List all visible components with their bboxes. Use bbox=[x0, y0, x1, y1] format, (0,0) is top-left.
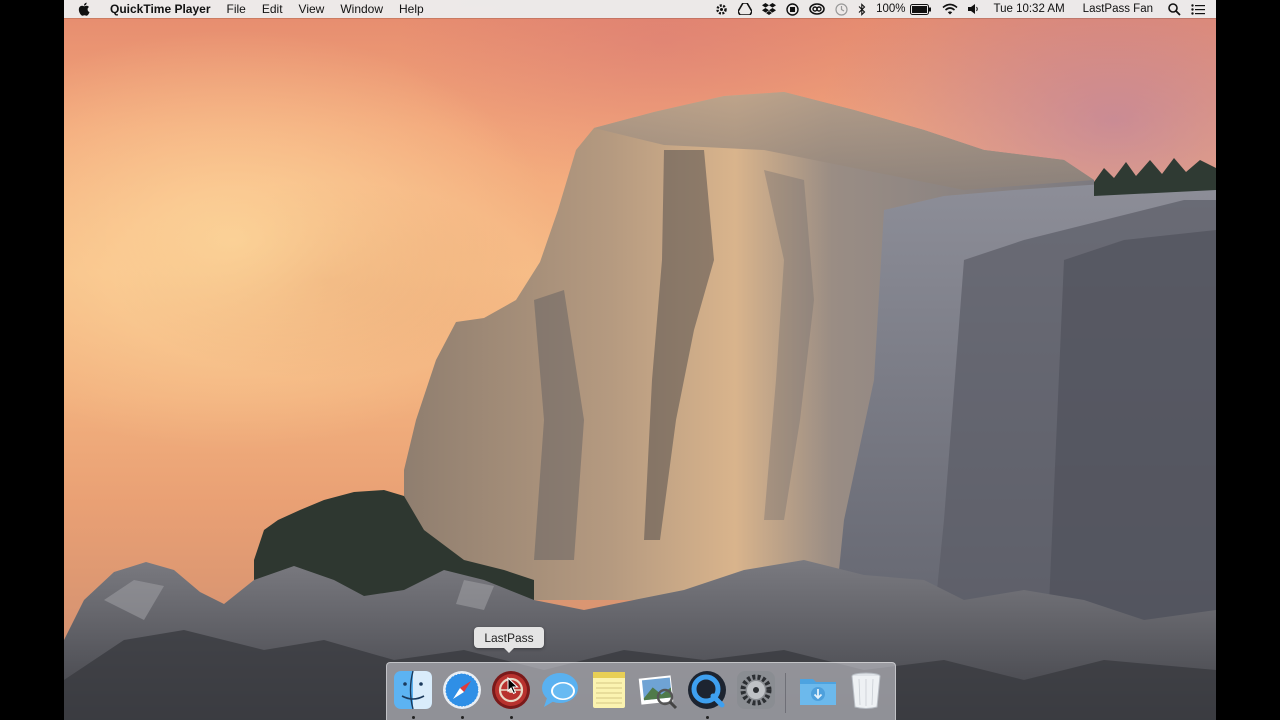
running-indicator-lastpass bbox=[510, 716, 513, 719]
battery-icon[interactable] bbox=[910, 0, 937, 18]
time-machine-icon[interactable] bbox=[830, 0, 853, 18]
menu-edit[interactable]: Edit bbox=[254, 0, 291, 18]
running-indicator-safari bbox=[461, 716, 464, 719]
wallpaper-yosemite bbox=[64, 92, 1216, 720]
trash-icon[interactable] bbox=[845, 669, 887, 711]
quicktime-icon[interactable] bbox=[686, 669, 728, 711]
dock-separator bbox=[785, 673, 786, 713]
spotlight-icon[interactable] bbox=[1163, 0, 1186, 18]
dock bbox=[386, 662, 896, 720]
running-indicator-quicktime bbox=[706, 716, 709, 719]
volume-icon[interactable] bbox=[963, 0, 985, 18]
gear-icon[interactable] bbox=[710, 0, 733, 18]
messages-icon[interactable] bbox=[539, 669, 581, 711]
dropbox-icon[interactable] bbox=[757, 0, 781, 18]
safari-icon[interactable] bbox=[441, 669, 483, 711]
apple-icon[interactable] bbox=[64, 2, 102, 16]
menu-window[interactable]: Window bbox=[332, 0, 391, 18]
running-indicator-finder bbox=[412, 716, 415, 719]
record-icon[interactable] bbox=[781, 0, 804, 18]
menu-bar: QuickTime Player File Edit View Window H… bbox=[64, 0, 1216, 18]
notes-icon[interactable] bbox=[588, 669, 630, 711]
app-menu-quicktime[interactable]: QuickTime Player bbox=[102, 0, 219, 18]
system-preferences-icon[interactable] bbox=[735, 669, 777, 711]
google-drive-icon[interactable] bbox=[733, 0, 757, 18]
battery-percent[interactable]: 100% bbox=[871, 0, 910, 18]
preview-icon[interactable] bbox=[637, 669, 679, 711]
notification-center-icon[interactable] bbox=[1186, 0, 1210, 18]
menu-file[interactable]: File bbox=[219, 0, 254, 18]
menubar-clock[interactable]: Tue 10:32 AM bbox=[985, 0, 1072, 18]
menu-view[interactable]: View bbox=[291, 0, 333, 18]
wifi-icon[interactable] bbox=[937, 0, 963, 18]
mouse-cursor-icon bbox=[507, 677, 519, 695]
menu-help[interactable]: Help bbox=[391, 0, 432, 18]
finder-icon[interactable] bbox=[392, 669, 434, 711]
dock-tooltip: LastPass bbox=[474, 627, 544, 653]
downloads-folder-icon[interactable] bbox=[797, 669, 839, 711]
user-name[interactable]: LastPass Fan bbox=[1073, 0, 1163, 18]
desktop: QuickTime Player File Edit View Window H… bbox=[64, 0, 1216, 720]
bluetooth-icon[interactable] bbox=[853, 0, 871, 18]
creative-cloud-icon[interactable] bbox=[804, 0, 830, 18]
